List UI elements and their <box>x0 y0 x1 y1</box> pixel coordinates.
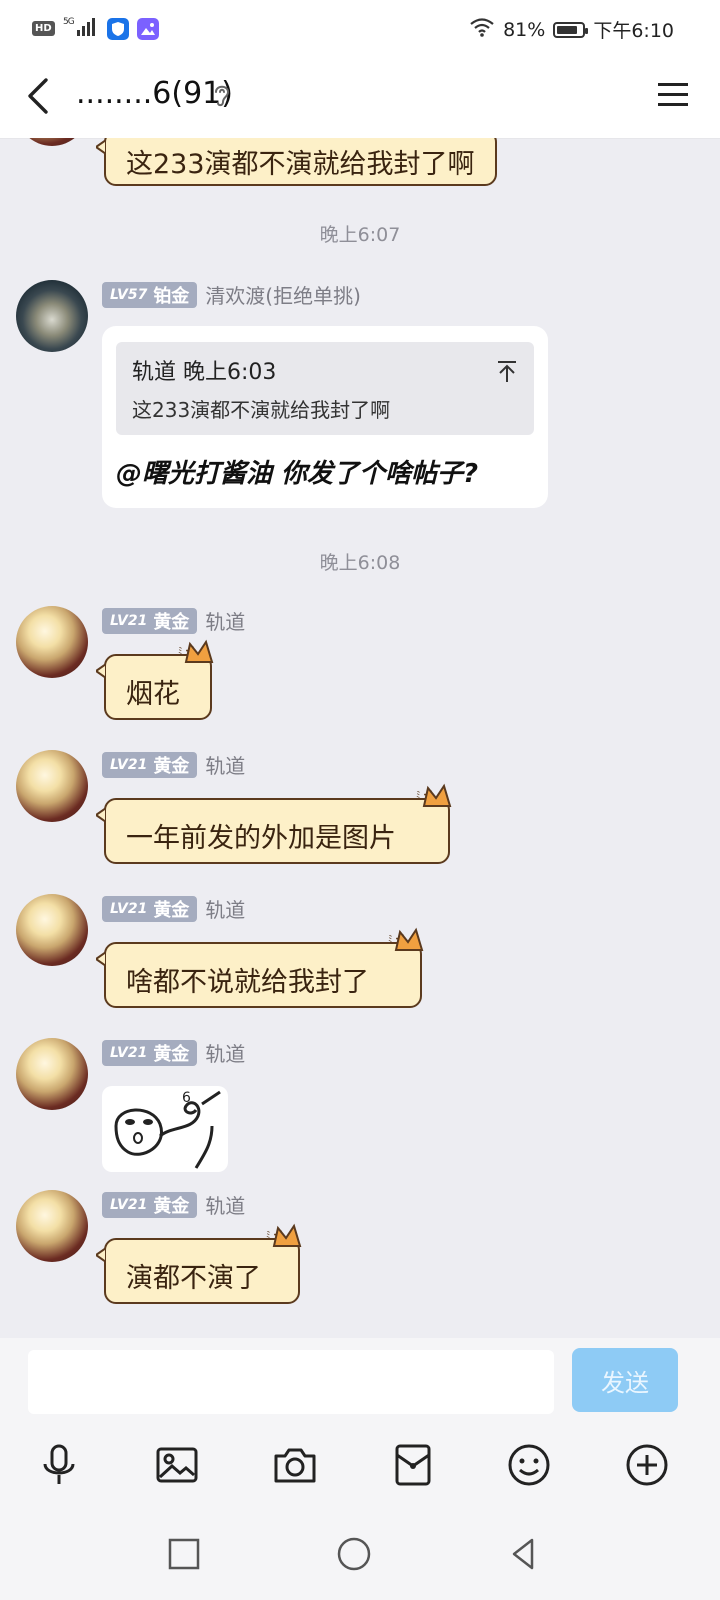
chevron-left-icon <box>28 78 48 114</box>
message-bubble[interactable]: 这233演都不演就给我封了啊 <box>96 138 497 186</box>
bubble-tail-icon <box>96 808 106 822</box>
svg-text:ﾐ•ﾞ: ﾐ•ﾞ <box>178 646 196 657</box>
sender-meta: LV21 黄金 轨道 <box>102 1038 245 1067</box>
camera-icon[interactable] <box>272 1442 318 1488</box>
status-bar: HD 5G 81% 下午6:10 <box>0 0 720 56</box>
sender-name: 轨道 <box>205 754 246 778</box>
level-badge: LV21 黄金 <box>102 751 198 778</box>
message-text: 演都不演了 <box>126 1263 261 1294</box>
sender-meta: LV21 黄金 轨道 <box>102 606 245 635</box>
avatar[interactable] <box>16 1038 88 1110</box>
back-button[interactable] <box>20 74 60 118</box>
avatar[interactable] <box>16 894 88 966</box>
jump-to-top-icon[interactable] <box>496 360 518 384</box>
avatar[interactable] <box>16 750 88 822</box>
level-badge: LV21 黄金 <box>102 607 198 634</box>
sender-name: 轨道 <box>205 1194 246 1218</box>
svg-text:ﾐ•ﾞ: ﾐ•ﾞ <box>266 1230 284 1241</box>
message-text: 这233演都不演就给我封了啊 <box>126 149 475 180</box>
level-badge: LV21 黄金 <box>102 1191 198 1218</box>
level-badge: LV21 黄金 <box>102 1039 198 1066</box>
avatar[interactable] <box>16 606 88 678</box>
red-packet-icon[interactable] <box>390 1442 436 1488</box>
message-text: 啥都不说就给我封了 <box>126 967 369 998</box>
bubble-tail-icon <box>96 952 106 966</box>
sender-name: 轨道 <box>205 1042 246 1066</box>
meme-sticker-icon: 6 <box>114 1090 221 1169</box>
bubble-tail-icon <box>96 140 106 154</box>
timestamp: 晚上6:07 <box>319 224 401 246</box>
input-toolbar <box>0 1422 720 1508</box>
sticker-image[interactable]: 6 <box>102 1086 228 1172</box>
message-bubble[interactable]: ﾐ•ﾞ 啥都不说就给我封了 <box>96 927 424 1008</box>
clock: 下午6:10 <box>593 20 674 42</box>
message-bubble[interactable]: ﾐ•ﾞ 演都不演了 <box>96 1223 302 1304</box>
quote-text: 这233演都不演就给我封了啊 <box>132 398 391 422</box>
menu-button[interactable] <box>656 80 690 110</box>
signal-icon: 5G <box>63 16 99 41</box>
cat-ears-icon: ﾐ•ﾞ <box>266 1223 302 1247</box>
back-nav-icon[interactable] <box>506 1536 542 1572</box>
sender-meta: LV57 铂金 清欢渡(拒绝单挑) <box>102 280 361 309</box>
shield-app-icon <box>106 17 129 40</box>
earpiece-mode-icon[interactable] <box>212 82 232 112</box>
recent-apps-icon[interactable] <box>166 1536 202 1572</box>
svg-text:5G: 5G <box>63 17 75 27</box>
message-bubble[interactable]: ﾐ•ﾞ 一年前发的外加是图片 <box>96 783 452 864</box>
gallery-app-icon <box>136 17 159 40</box>
system-nav-bar <box>0 1508 720 1600</box>
quote-header: 轨道 晚上6:03 <box>132 360 277 385</box>
hd-indicator: HD <box>32 21 55 36</box>
battery-icon <box>553 21 589 38</box>
avatar[interactable] <box>16 138 88 146</box>
svg-text:ﾐ•ﾞ: ﾐ•ﾞ <box>416 790 434 801</box>
sender-meta: LV21 黄金 轨道 <box>102 894 245 923</box>
cat-ears-icon: ﾐ•ﾞ <box>388 927 424 951</box>
svg-text:6: 6 <box>182 1090 191 1106</box>
sender-name: 轨道 <box>205 898 246 922</box>
bubble-tail-icon <box>96 664 106 678</box>
input-bar: 发送 <box>0 1338 720 1422</box>
microphone-icon[interactable] <box>36 1442 82 1488</box>
wifi-icon <box>469 17 495 42</box>
bubble-tail-icon <box>96 1248 106 1262</box>
level-badge: LV57 铂金 <box>102 281 198 308</box>
send-button[interactable]: 发送 <box>572 1348 678 1412</box>
level-badge: LV21 黄金 <box>102 895 198 922</box>
sender-meta: LV21 黄金 轨道 <box>102 750 245 779</box>
timestamp: 晚上6:08 <box>319 552 401 574</box>
sender-meta: LV21 黄金 轨道 <box>102 1190 245 1219</box>
hamburger-icon <box>658 83 688 106</box>
battery-percent: 81% <box>503 18 546 41</box>
avatar[interactable] <box>16 280 88 352</box>
message-text: 烟花 <box>126 679 180 710</box>
emoji-icon[interactable] <box>506 1442 552 1488</box>
svg-text:ﾐ•ﾞ: ﾐ•ﾞ <box>388 934 406 945</box>
message-bubble[interactable]: ﾐ•ﾞ 烟花 <box>96 639 214 720</box>
mention-text: @曙光打酱油 你发了个啥帖子? <box>116 459 479 489</box>
cat-ears-icon: ﾐ•ﾞ <box>178 639 214 663</box>
chat-area[interactable]: 这233演都不演就给我封了啊 晚上6:07 LV57 铂金 清欢渡(拒绝单挑) 轨… <box>0 138 720 1338</box>
quoted-message[interactable]: 轨道 晚上6:03 这233演都不演就给我封了啊 <box>116 342 534 435</box>
reply-message[interactable]: 轨道 晚上6:03 这233演都不演就给我封了啊 @曙光打酱油 你发了个啥帖子? <box>102 326 548 508</box>
message-input[interactable] <box>28 1350 554 1414</box>
image-icon[interactable] <box>154 1442 200 1488</box>
chat-title: ........6(91) <box>76 76 233 111</box>
message-text: 一年前发的外加是图片 <box>126 823 396 854</box>
cat-ears-icon: ﾐ•ﾞ <box>416 783 452 807</box>
avatar[interactable] <box>16 1190 88 1262</box>
sender-name: 清欢渡(拒绝单挑) <box>205 284 361 308</box>
home-icon[interactable] <box>336 1536 372 1572</box>
plus-icon[interactable] <box>624 1442 670 1488</box>
chat-header: ........6(91) <box>0 56 720 139</box>
sender-name: 轨道 <box>205 610 246 634</box>
